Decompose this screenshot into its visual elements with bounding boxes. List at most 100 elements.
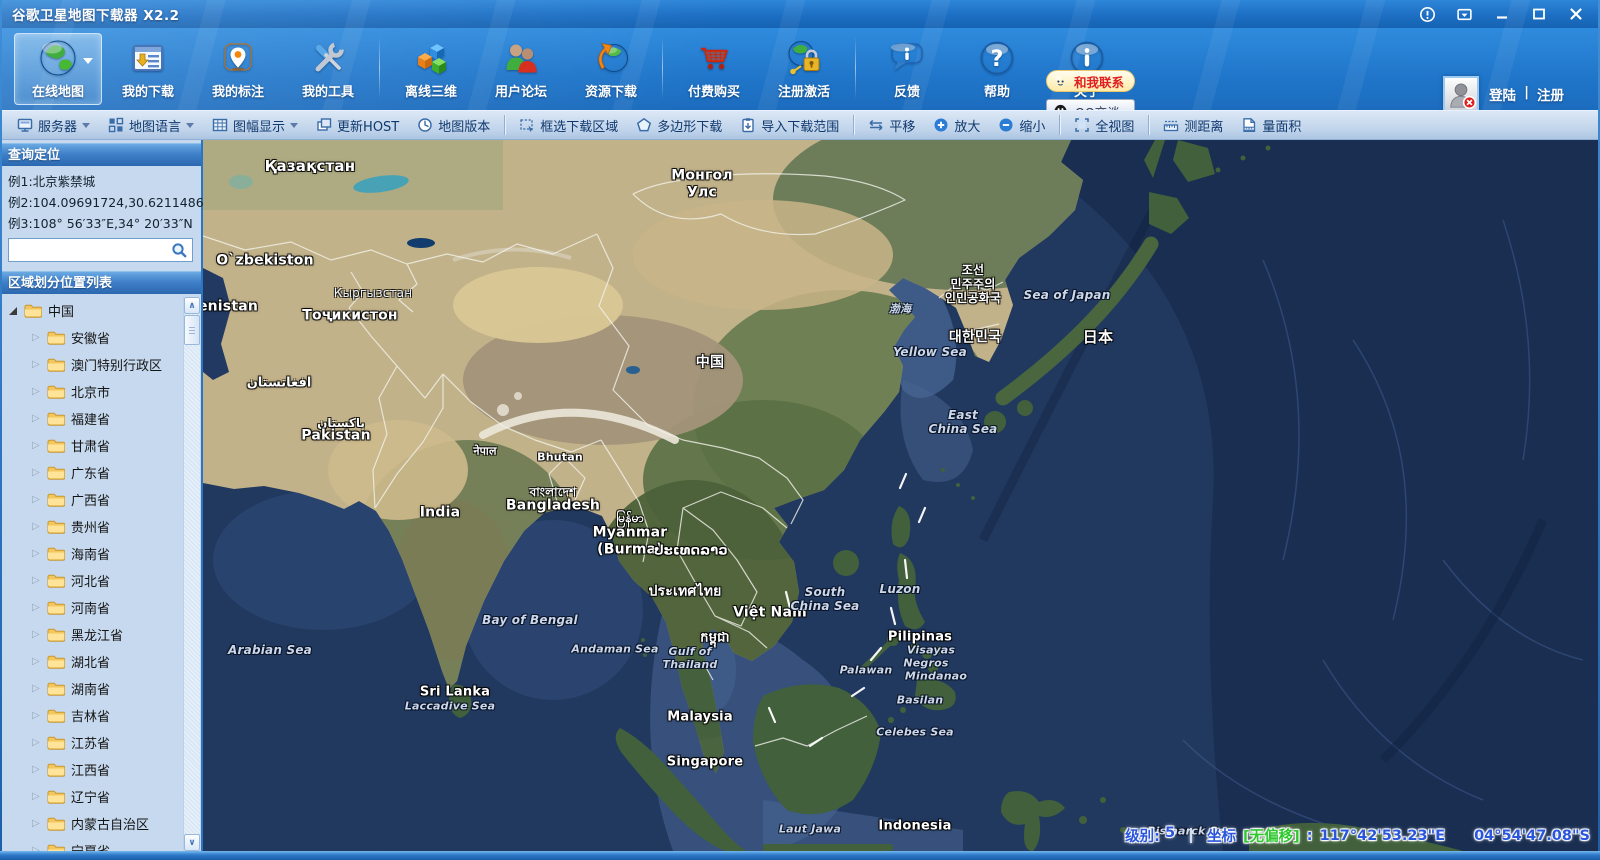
- map-toolbar-item-ruler[interactable]: 测距离: [1154, 113, 1232, 138]
- map-canvas[interactable]: ҚазақстанМонгол УлсO`zbekistonКыргызстан…: [203, 140, 1600, 851]
- toolbar-item-tools[interactable]: 我的工具: [284, 33, 372, 105]
- toolbar-item-feedback[interactable]: 反馈: [863, 33, 951, 105]
- map-toolbar-item-clock[interactable]: 地图版本: [408, 113, 499, 138]
- offset-badge: [无偏移]: [1243, 825, 1300, 846]
- tree-item-province[interactable]: ▷ 吉林省: [0, 702, 201, 729]
- tree-collapsed-icon: ▷: [32, 630, 41, 640]
- map-toolbar-item-label: 导入下载范围: [761, 116, 839, 135]
- tree-item-label: 辽宁省: [71, 787, 110, 806]
- map-toolbar-item-zoomin[interactable]: 放大: [924, 113, 989, 138]
- scroll-down-button[interactable]: ∨: [184, 834, 200, 851]
- tree-scrollbar[interactable]: ∧ ∨: [183, 297, 200, 851]
- tree-item-province[interactable]: ▷ 江苏省: [0, 729, 201, 756]
- avatar[interactable]: [1443, 76, 1479, 112]
- toolbar-item-users[interactable]: 用户论坛: [477, 33, 565, 105]
- toolbar-item-help[interactable]: 帮助: [953, 33, 1041, 105]
- tree-item-china[interactable]: 中国: [0, 297, 201, 324]
- folder-icon: [47, 492, 65, 507]
- tree-item-province[interactable]: ▷ 湖北省: [0, 648, 201, 675]
- toolbar-item-cart[interactable]: 付费购买: [670, 33, 758, 105]
- tree-collapsed-icon: ▷: [32, 522, 41, 532]
- toolbar-item-globe[interactable]: 在线地图: [14, 33, 102, 105]
- tree-collapsed-icon: ▷: [32, 603, 41, 613]
- coord-label: 坐标: [1207, 825, 1236, 846]
- map-toolbar-item-label: 全视图: [1095, 116, 1134, 135]
- tree-item-label: 内蒙古自治区: [71, 814, 149, 833]
- scroll-thumb[interactable]: [184, 315, 200, 345]
- toolbar-item-downlist[interactable]: 我的下载: [104, 33, 192, 105]
- tree-item-province[interactable]: ▷ 贵州省: [0, 513, 201, 540]
- minimize-icon[interactable]: [1493, 6, 1510, 23]
- tree-collapsed-icon: ▷: [32, 387, 41, 397]
- chevron-down-icon: [290, 123, 298, 132]
- map-toolbar-item-icon: [212, 117, 228, 133]
- folder-icon: [47, 384, 65, 399]
- tree-item-province[interactable]: ▷ 海南省: [0, 540, 201, 567]
- chevron-down-icon: [83, 58, 93, 69]
- map-toolbar-item-sheet[interactable]: 图幅显示: [203, 113, 307, 138]
- tree-item-province[interactable]: ▷ 甘肃省: [0, 432, 201, 459]
- tree-item-province[interactable]: ▷ 安徽省: [0, 324, 201, 351]
- tree-item-province[interactable]: ▷ 北京市: [0, 378, 201, 405]
- tree-item-province[interactable]: ▷ 湖南省: [0, 675, 201, 702]
- tree-item-province[interactable]: ▷ 黑龙江省: [0, 621, 201, 648]
- register-link[interactable]: 注册: [1537, 84, 1564, 104]
- coord-latitude: 04°54'47.08"S: [1474, 828, 1590, 844]
- map-toolbar-item-fullview[interactable]: 全视图: [1065, 113, 1143, 138]
- map-toolbar-item-server[interactable]: 服务器: [8, 113, 99, 138]
- toolbar-item-icon: [38, 38, 78, 78]
- map-toolbar-item-area[interactable]: 量面积: [1232, 113, 1310, 138]
- tree-item-province[interactable]: ▷ 河南省: [0, 594, 201, 621]
- map-toolbar-item-icon: [933, 117, 949, 133]
- map-toolbar-item-zoomout[interactable]: 缩小: [989, 113, 1054, 138]
- tree-item-province[interactable]: ▷ 河北省: [0, 567, 201, 594]
- tree-item-province[interactable]: ▷ 广东省: [0, 459, 201, 486]
- map-toolbar-item-polygon[interactable]: 多边形下载: [627, 113, 731, 138]
- folder-icon: [47, 357, 65, 372]
- tree-item-province[interactable]: ▷ 宁夏省: [0, 837, 201, 851]
- tree-item-province[interactable]: ▷ 内蒙古自治区: [0, 810, 201, 837]
- search-button[interactable]: [165, 239, 192, 261]
- map-toolbar-item-update[interactable]: 更新HOST: [307, 113, 408, 138]
- map-toolbar-item-icon: [316, 117, 332, 133]
- folder-icon: [47, 843, 65, 851]
- map-toolbar-item-import[interactable]: 导入下载范围: [731, 113, 848, 138]
- tree-item-label: 江西省: [71, 760, 110, 779]
- folder-icon: [47, 735, 65, 750]
- map-toolbar-item-grid[interactable]: 地图语言: [99, 113, 203, 138]
- toolbar-item-lockglobe[interactable]: 注册激活: [760, 33, 848, 105]
- info-icon[interactable]: [1419, 6, 1436, 23]
- tree-item-province[interactable]: ▷ 澳门特别行政区: [0, 351, 201, 378]
- map-toolbar-item-label: 多边形下载: [657, 116, 722, 135]
- tree-item-province[interactable]: ▷ 江西省: [0, 756, 201, 783]
- coord-longitude: 117°42'53.23"E: [1320, 828, 1445, 844]
- toolbar-item-icon: [128, 38, 168, 78]
- scroll-up-button[interactable]: ∧: [184, 297, 200, 314]
- tree-item-label: 福建省: [71, 409, 110, 428]
- maximize-icon[interactable]: [1530, 6, 1547, 23]
- search-input[interactable]: [9, 239, 165, 261]
- tree-item-province[interactable]: ▷ 福建省: [0, 405, 201, 432]
- toolbar-item-icon: [218, 38, 258, 78]
- toolbar-item-globedl[interactable]: 资源下载: [567, 33, 655, 105]
- folder-icon: [47, 519, 65, 534]
- tree-item-province[interactable]: ▷ 辽宁省: [0, 783, 201, 810]
- map-toolbar-item-icon: [1074, 117, 1090, 133]
- tray-icon[interactable]: [1456, 6, 1473, 23]
- tree-collapsed-icon: ▷: [32, 441, 41, 451]
- login-link[interactable]: 登陆: [1489, 84, 1516, 104]
- tree-collapsed-icon: ▷: [32, 360, 41, 370]
- map-toolbar-item-pan[interactable]: 平移: [859, 113, 924, 138]
- map-toolbar-item-icon: [998, 117, 1014, 133]
- tree-item-label: 海南省: [71, 544, 110, 563]
- contact-me-button[interactable]: 和我联系: [1046, 70, 1135, 92]
- toolbar-item-cubes[interactable]: 离线三维: [387, 33, 475, 105]
- map-toolbar-item-label: 测距离: [1184, 116, 1223, 135]
- toolbar-item-pin[interactable]: 我的标注: [194, 33, 282, 105]
- toolbar-item-icon: [591, 38, 631, 78]
- tree-item-province[interactable]: ▷ 广西省: [0, 486, 201, 513]
- close-icon[interactable]: [1567, 6, 1584, 23]
- folder-icon: [47, 627, 65, 642]
- map-toolbar-item-boxsel[interactable]: 框选下载区域: [510, 113, 627, 138]
- status-separator: [1190, 828, 1192, 843]
